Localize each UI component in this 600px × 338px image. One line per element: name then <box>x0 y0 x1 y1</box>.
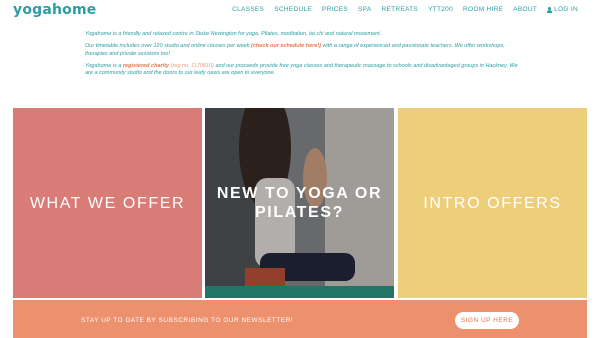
nav-ytt200[interactable]: YTT200 <box>428 6 453 13</box>
tile-intro-offers-label: INTRO OFFERS <box>423 194 562 212</box>
nav-classes[interactable]: CLASSES <box>232 6 264 13</box>
nav-spa[interactable]: SPA <box>358 6 371 13</box>
intro-p2-text: Our timetable includes over 120 studio a… <box>85 43 252 49</box>
intro-text: Yogahome is a friendly and relaxed centr… <box>85 31 525 82</box>
site-header: yogahome CLASSES SCHEDULE PRICES SPA RET… <box>0 0 600 22</box>
intro-paragraph-1: Yogahome is a friendly and relaxed centr… <box>85 31 382 37</box>
charity-reg-number: (reg no. 1170810) <box>169 62 214 69</box>
nav-room-hire[interactable]: ROOM HIRE <box>463 6 503 13</box>
tile-intro-offers[interactable]: INTRO OFFERS <box>398 108 587 298</box>
charity-link[interactable]: registered charity <box>123 63 169 69</box>
feature-tiles: WHAT WE OFFER NEW TO YOGA OR PILATES? IN… <box>13 108 587 298</box>
nav-prices[interactable]: PRICES <box>322 6 348 13</box>
tile-new-to-yoga-label: NEW TO YOGA OR PILATES? <box>216 185 383 221</box>
tile-new-to-yoga[interactable]: NEW TO YOGA OR PILATES? <box>205 108 394 298</box>
logo[interactable]: yogahome <box>13 2 96 18</box>
intro-paragraph-2: Our timetable includes over 120 studio a… <box>85 43 525 58</box>
tile-what-we-offer-label: WHAT WE OFFER <box>29 194 186 212</box>
newsletter-text: STAY UP TO DATE BY SUBSCRIBING TO OUR NE… <box>81 317 294 324</box>
main-nav: CLASSES SCHEDULE PRICES SPA RETREATS YTT… <box>232 6 578 13</box>
nav-about[interactable]: ABOUT <box>513 6 537 13</box>
intro-p3-text: Yogahome is a <box>85 62 123 69</box>
intro-paragraph-3: Yogahome is a registered charity (reg no… <box>85 63 525 78</box>
nav-retreats[interactable]: RETREATS <box>381 6 418 13</box>
nav-login[interactable]: LOG IN <box>547 6 578 13</box>
user-icon <box>547 6 553 13</box>
newsletter-bar: STAY UP TO DATE BY SUBSCRIBING TO OUR NE… <box>13 300 587 338</box>
sign-up-button[interactable]: SIGN UP HERE <box>455 312 519 329</box>
tile-what-we-offer[interactable]: WHAT WE OFFER <box>13 108 202 298</box>
nav-schedule[interactable]: SCHEDULE <box>274 6 312 13</box>
schedule-link[interactable]: (check our schedule here!) <box>251 43 321 49</box>
login-label: LOG IN <box>554 6 578 13</box>
